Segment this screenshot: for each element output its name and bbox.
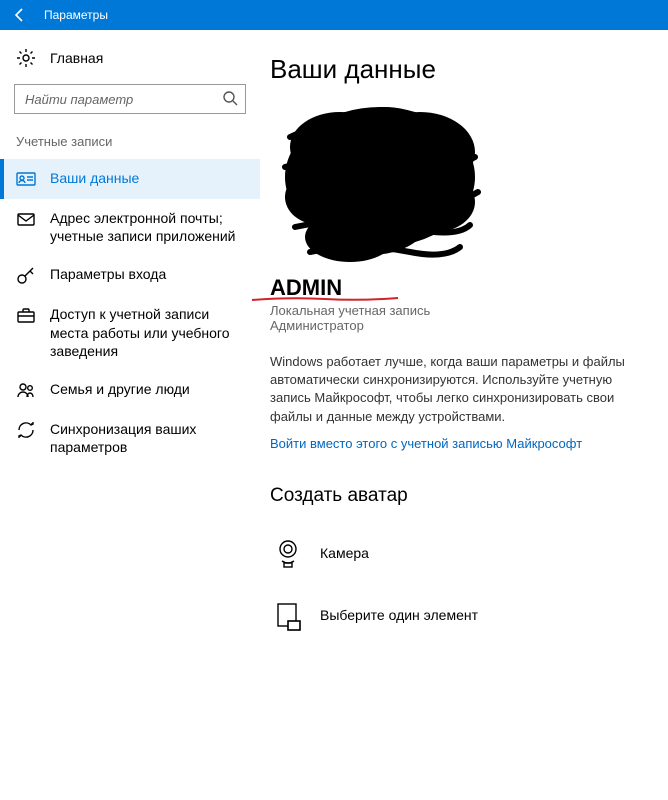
sidebar-item-sync[interactable]: Синхронизация ваших параметров <box>0 410 260 466</box>
sidebar-item-work-school[interactable]: Доступ к учетной записи места работы или… <box>0 295 260 370</box>
titlebar: Параметры <box>0 0 668 30</box>
sidebar-item-email-accounts[interactable]: Адрес электронной почты; учетные записи … <box>0 199 260 255</box>
nav-label: Доступ к учетной записи места работы или… <box>50 305 244 360</box>
sidebar-item-your-info[interactable]: Ваши данные <box>0 159 260 199</box>
search-box <box>14 84 246 114</box>
signin-microsoft-link[interactable]: Войти вместо этого с учетной записью Май… <box>270 436 650 451</box>
account-role: Администратор <box>270 318 650 333</box>
briefcase-icon <box>16 305 36 325</box>
nav-label: Семья и другие люди <box>50 380 190 398</box>
titlebar-title: Параметры <box>40 8 108 22</box>
search-input[interactable] <box>14 84 246 114</box>
gear-icon <box>16 48 36 68</box>
camera-option[interactable]: Камера <box>270 527 650 589</box>
home-label: Главная <box>50 50 103 66</box>
camera-icon <box>270 535 306 571</box>
nav-label: Адрес электронной почты; учетные записи … <box>50 209 244 245</box>
people-icon <box>16 380 36 400</box>
avatar-image-redacted <box>270 97 490 267</box>
create-avatar-title: Создать аватар <box>270 485 650 507</box>
sidebar: Главная Учетные записи Ваши данные Адрес… <box>0 30 260 800</box>
page-title: Ваши данные <box>270 54 650 85</box>
home-button[interactable]: Главная <box>0 44 260 80</box>
browse-label: Выберите один элемент <box>320 607 478 623</box>
section-label: Учетные записи <box>0 132 260 159</box>
key-icon <box>16 265 36 285</box>
nav-label: Параметры входа <box>50 265 166 283</box>
main-content: Ваши данные <box>260 30 668 800</box>
sidebar-item-signin-options[interactable]: Параметры входа <box>0 255 260 295</box>
sync-icon <box>16 420 36 440</box>
back-button[interactable] <box>0 0 40 30</box>
back-arrow-icon <box>12 7 28 23</box>
nav-label: Синхронизация ваших параметров <box>50 420 244 456</box>
person-card-icon <box>16 169 36 189</box>
browse-icon <box>270 597 306 633</box>
mail-icon <box>16 209 36 229</box>
redaction-underline <box>250 295 400 303</box>
camera-label: Камера <box>320 545 369 561</box>
sync-description: Windows работает лучше, когда ваши парам… <box>270 353 650 426</box>
sidebar-item-family[interactable]: Семья и другие люди <box>0 370 260 410</box>
browse-option[interactable]: Выберите один элемент <box>270 589 650 651</box>
account-type: Локальная учетная запись <box>270 303 650 318</box>
nav-label: Ваши данные <box>50 169 139 187</box>
search-icon <box>222 90 238 106</box>
